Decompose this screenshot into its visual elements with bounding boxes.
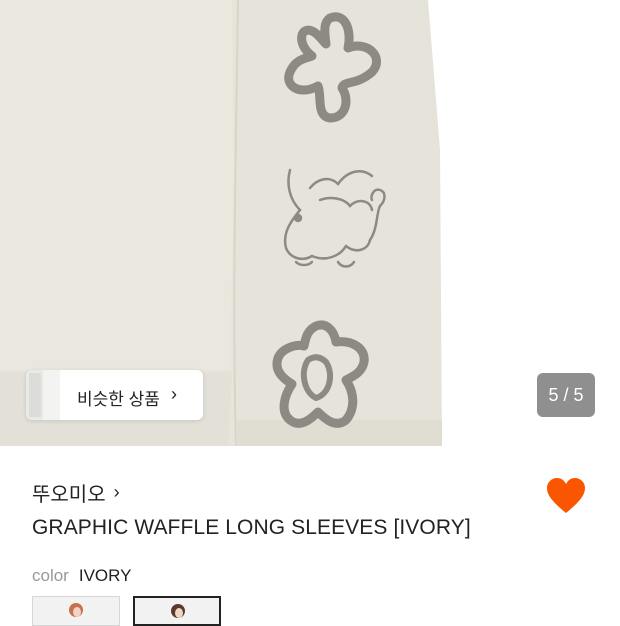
chevron-right-icon: › [171, 384, 177, 404]
color-row: color IVORY [32, 566, 131, 586]
product-image[interactable]: 비슷한 상품 › 5 / 5 [0, 0, 620, 446]
chevron-right-icon: › [113, 482, 120, 502]
heart-icon[interactable] [546, 477, 586, 515]
similar-products-button[interactable]: 비슷한 상품 › [26, 370, 203, 420]
color-value: IVORY [78, 566, 132, 585]
similar-products-label: 비슷한 상품 [77, 390, 160, 409]
brand-name: 뚜오미오 [32, 484, 106, 506]
brand-link[interactable]: 뚜오미오 › [32, 478, 120, 507]
color-option-2[interactable] [133, 596, 221, 626]
product-title: GRAPHIC WAFFLE LONG SLEEVES [IVORY] [32, 516, 471, 539]
image-page-counter: 5 / 5 [537, 373, 595, 417]
similar-product-thumbnail [26, 370, 60, 420]
color-label: color [32, 566, 69, 585]
color-option-1[interactable] [32, 596, 120, 626]
